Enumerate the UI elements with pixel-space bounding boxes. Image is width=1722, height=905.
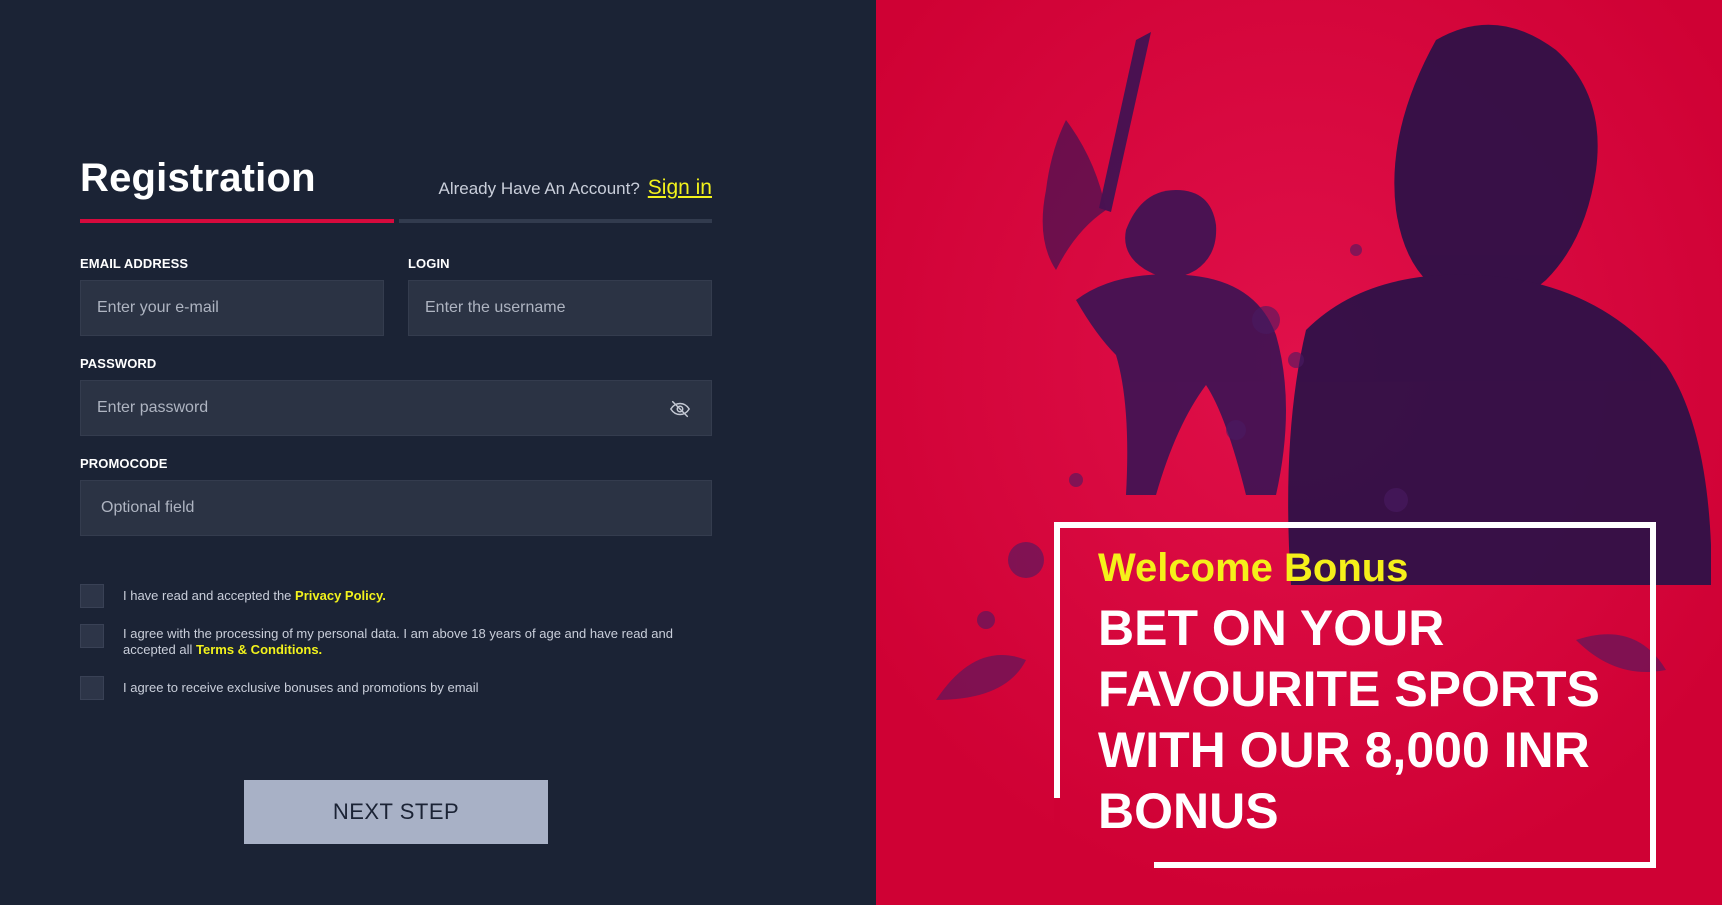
email-label: EMAIL ADDRESS — [80, 256, 189, 271]
password-input[interactable] — [97, 381, 711, 435]
privacy-policy-text: I have read and accepted the Privacy Pol… — [123, 584, 703, 604]
progress-bar-step-1 — [80, 219, 394, 223]
privacy-policy-link[interactable]: Privacy Policy. — [295, 588, 386, 603]
promo-headline: BET ON YOUR FAVOURITE SPORTS WITH OUR 8,… — [1098, 600, 1600, 839]
promocode-field-container — [80, 480, 712, 536]
promocode-input[interactable] — [101, 481, 711, 535]
login-label: LOGIN — [408, 256, 450, 271]
eye-off-icon[interactable] — [669, 398, 691, 420]
sign-in-prompt: Already Have An Account? Sign in — [438, 176, 712, 200]
promo-frame-bottom — [1154, 862, 1656, 868]
promocode-label: PROMOCODE — [80, 456, 168, 471]
page-title: Registration — [80, 156, 316, 200]
next-step-button[interactable]: NEXT STEP — [244, 780, 548, 844]
welcome-bonus-title: Welcome Bonus — [1098, 546, 1409, 590]
progress-bar-step-2 — [399, 219, 712, 223]
terms-text: I agree with the processing of my person… — [123, 624, 703, 658]
email-input[interactable] — [97, 281, 383, 335]
password-field-container — [80, 380, 712, 436]
registration-panel: Registration Already Have An Account? Si… — [0, 0, 876, 905]
promo-banner: Welcome Bonus BET ON YOUR FAVOURITE SPOR… — [876, 0, 1722, 905]
terms-row: I agree with the processing of my person… — [80, 624, 703, 658]
privacy-policy-label: I have read and accepted the — [123, 588, 292, 603]
terms-link[interactable]: Terms & Conditions. — [196, 642, 322, 657]
privacy-policy-row: I have read and accepted the Privacy Pol… — [80, 584, 703, 608]
login-field-container — [408, 280, 712, 336]
promo-frame-gap — [1054, 798, 1060, 868]
promotions-row: I agree to receive exclusive bonuses and… — [80, 676, 703, 700]
login-input[interactable] — [425, 281, 711, 335]
password-label: PASSWORD — [80, 356, 157, 371]
already-have-account-text: Already Have An Account? — [438, 179, 640, 198]
email-field-container — [80, 280, 384, 336]
terms-checkbox[interactable] — [80, 624, 104, 648]
promotions-checkbox[interactable] — [80, 676, 104, 700]
sign-in-link[interactable]: Sign in — [648, 176, 712, 200]
promotions-text: I agree to receive exclusive bonuses and… — [123, 680, 479, 695]
privacy-policy-checkbox[interactable] — [80, 584, 104, 608]
